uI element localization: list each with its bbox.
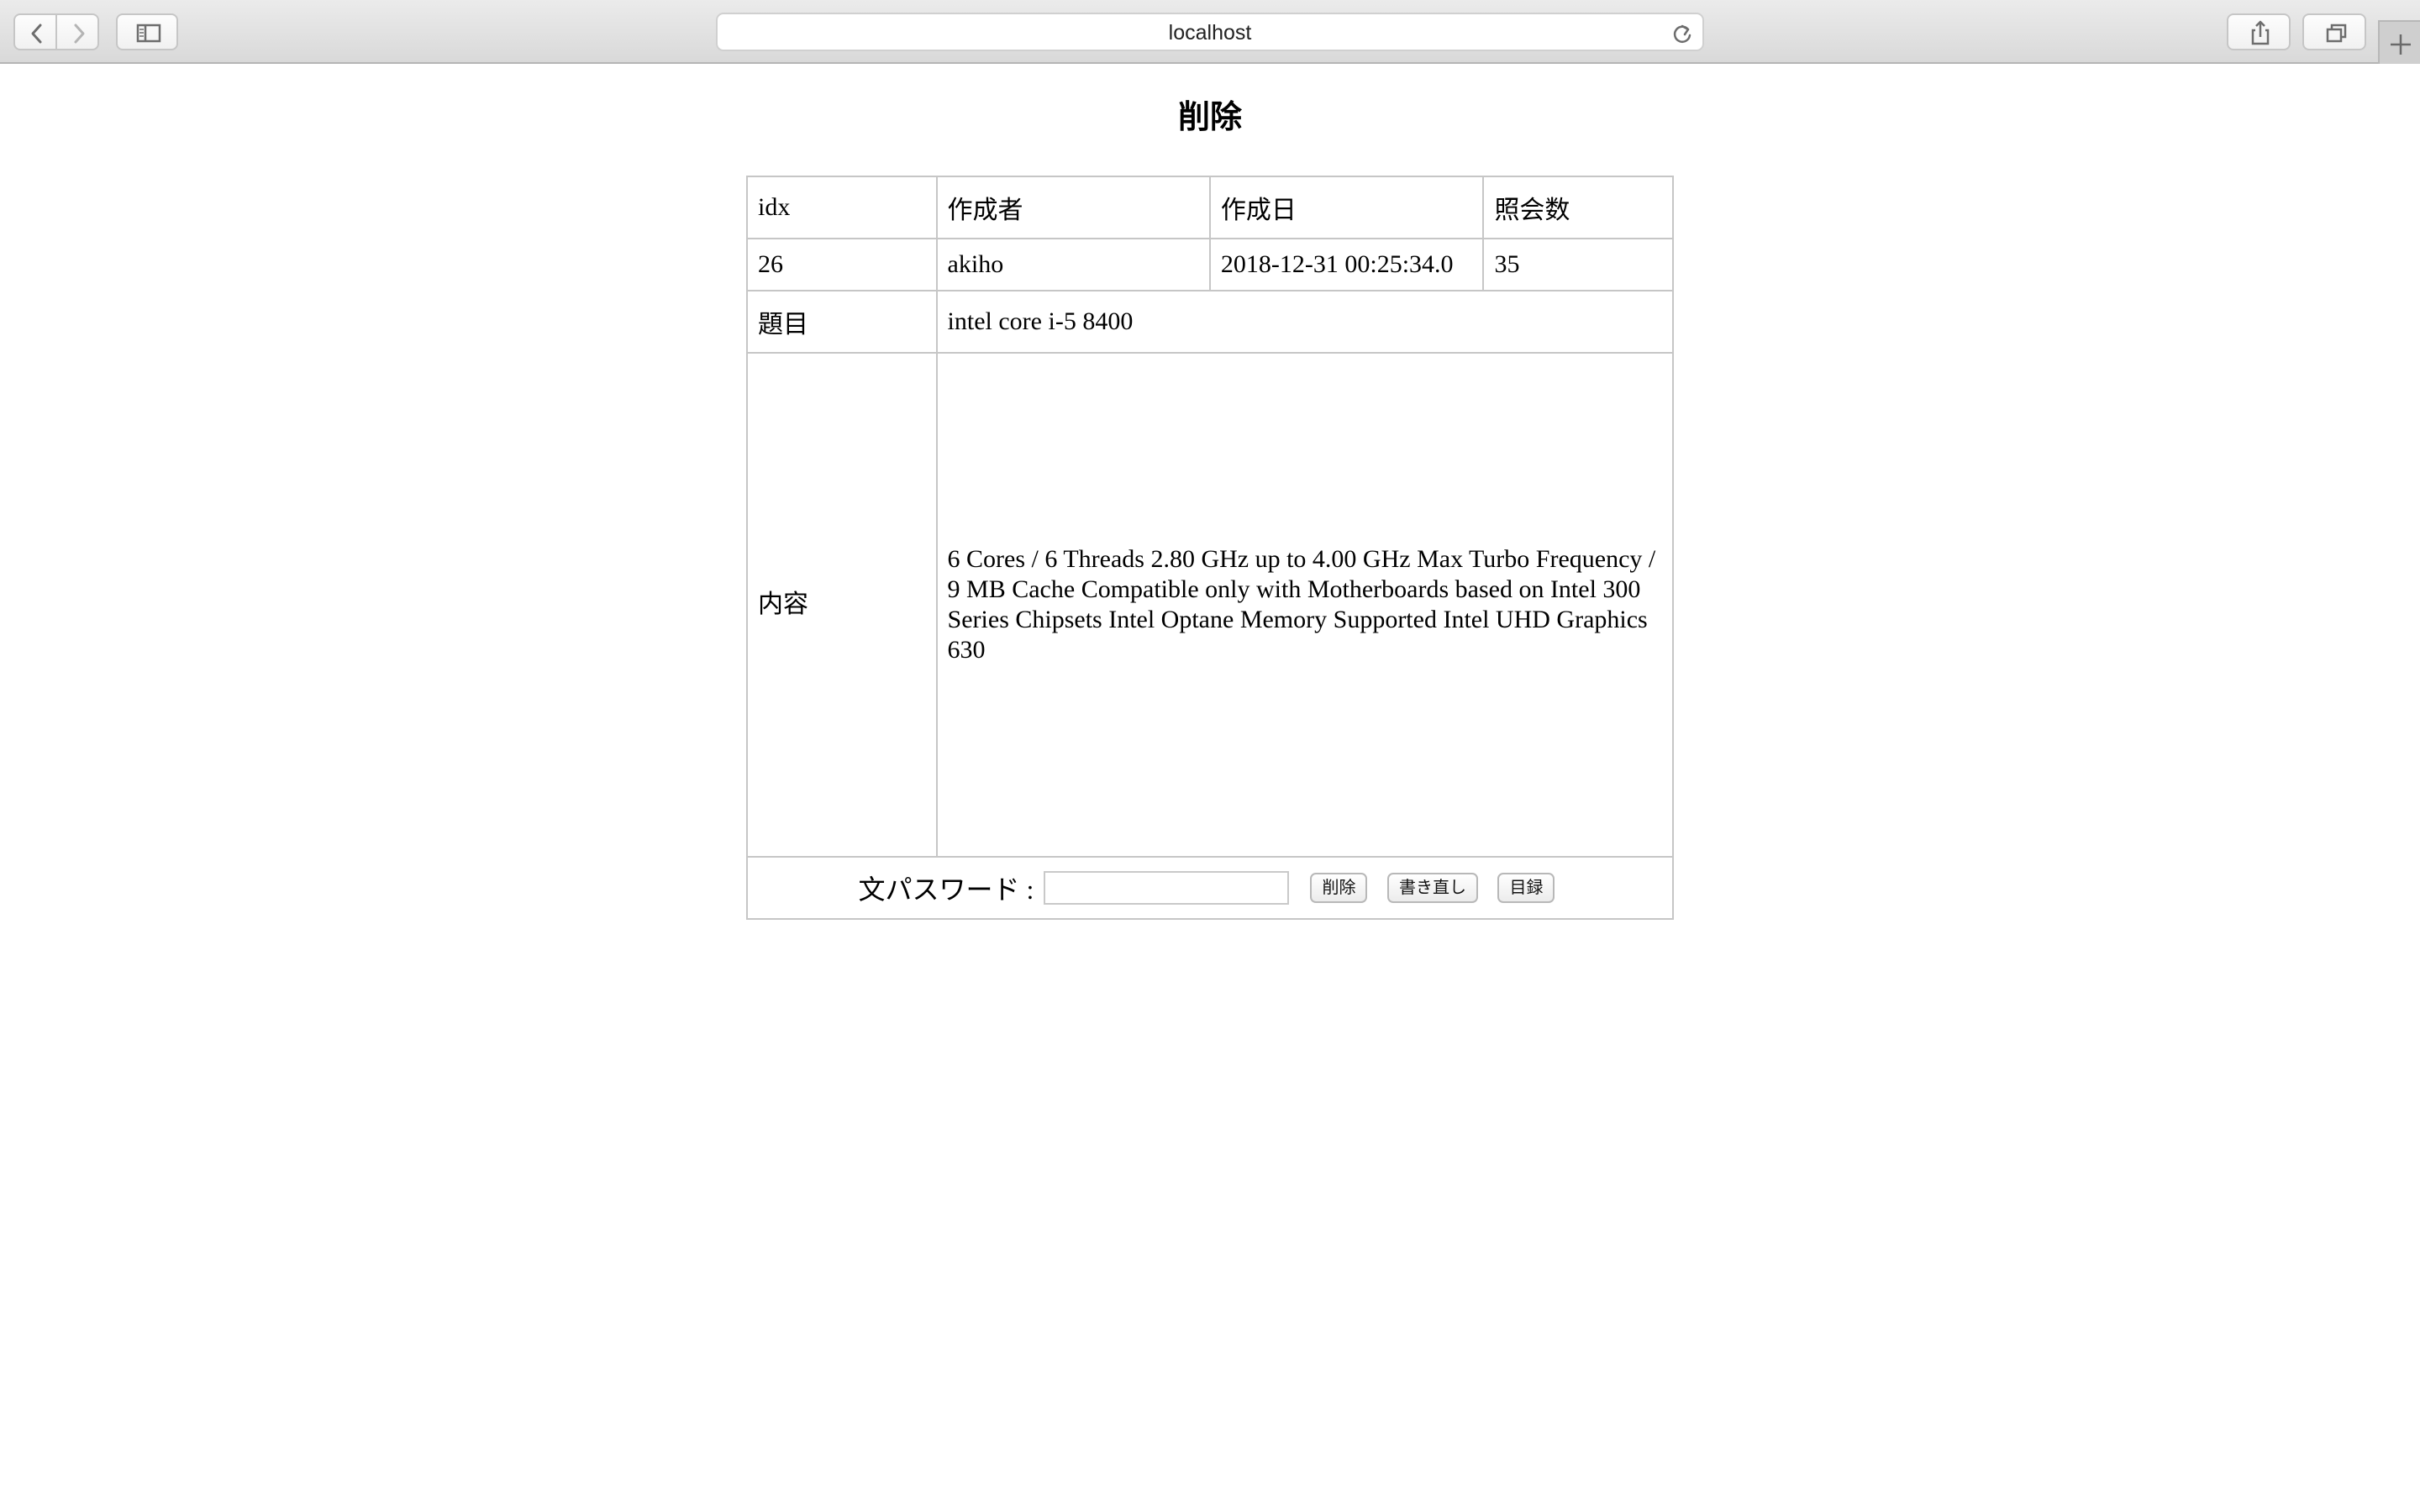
header-created: 作成日 — [1208, 176, 1485, 239]
content-row: 内容 6 Cores / 6 Threads 2.80 GHz up to 4.… — [746, 352, 1675, 858]
form-row: 文パスワード : 削除 書き直し 目録 — [746, 856, 1674, 920]
plus-icon — [2391, 34, 2411, 55]
rewrite-button[interactable]: 書き直し — [1386, 873, 1478, 903]
sidebar-button[interactable] — [116, 13, 178, 50]
reload-icon[interactable] — [1670, 22, 1694, 45]
header-author: 作成者 — [935, 176, 1211, 239]
table-header-row: idx 作成者 作成日 照会数 — [746, 176, 1674, 239]
content-value: 6 Cores / 6 Threads 2.80 GHz up to 4.00 … — [935, 352, 1675, 858]
list-button[interactable]: 目録 — [1497, 873, 1555, 903]
share-icon — [2251, 20, 2270, 45]
header-idx: idx — [746, 176, 938, 239]
share-button[interactable] — [2227, 13, 2291, 50]
back-button[interactable] — [13, 13, 57, 50]
subject-label: 題目 — [746, 290, 938, 354]
address-text: localhost — [1168, 21, 1252, 45]
address-bar[interactable]: localhost — [716, 13, 1704, 51]
forward-button[interactable] — [55, 13, 99, 50]
table-row: 26 akiho 2018-12-31 00:25:34.0 35 — [746, 238, 1674, 291]
sidebar-icon — [136, 24, 161, 43]
password-label: 文パスワード : — [858, 874, 1034, 905]
delete-button[interactable]: 削除 — [1310, 873, 1368, 903]
tabs-overview-button[interactable] — [2302, 13, 2366, 50]
cell-created: 2018-12-31 00:25:34.0 — [1208, 238, 1485, 291]
subject-row: 題目 intel core i-5 8400 — [746, 290, 1675, 354]
page-title: 削除 — [1177, 100, 1242, 135]
cell-idx: 26 — [746, 238, 938, 291]
header-views: 照会数 — [1482, 176, 1674, 239]
cell-author: akiho — [935, 238, 1211, 291]
content-label: 内容 — [746, 352, 938, 858]
subject-value: intel core i-5 8400 — [935, 290, 1675, 354]
new-tab-button[interactable] — [2378, 20, 2420, 64]
form-cell: 文パスワード : 削除 書き直し 目録 — [746, 856, 1674, 920]
browser-toolbar: localhost — [0, 0, 2420, 64]
cell-views: 35 — [1482, 238, 1674, 291]
tabs-overview-icon — [2326, 24, 2347, 43]
password-input[interactable] — [1043, 871, 1289, 905]
post-table: idx 作成者 作成日 照会数 26 akiho 2018-12-31 00:2… — [746, 176, 1675, 920]
chevron-right-icon — [74, 24, 85, 44]
chevron-left-icon — [31, 24, 42, 44]
